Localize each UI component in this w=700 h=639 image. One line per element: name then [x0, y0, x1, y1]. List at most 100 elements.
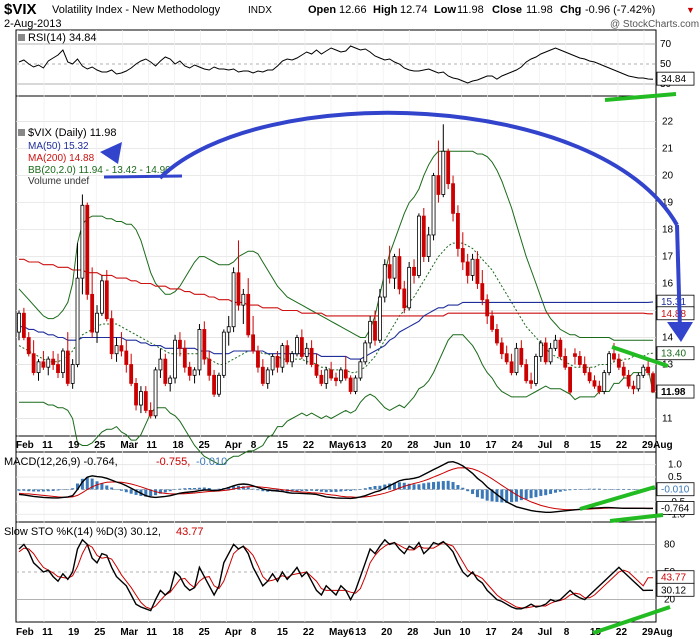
high-label: High [373, 4, 398, 16]
candle-body [631, 385, 636, 390]
candle-body [368, 320, 373, 344]
candle-body [602, 372, 607, 392]
candle-body [392, 256, 397, 279]
x-tick-label-bottom: Feb [16, 627, 34, 638]
macd-hist-bar [163, 489, 167, 493]
macd-hist-bar [115, 489, 119, 490]
watermark: @ StockCharts.com [610, 19, 699, 30]
candle-body [197, 329, 202, 371]
candle-body [226, 326, 231, 333]
candle-body [212, 374, 216, 395]
close-value: 11.98 [526, 4, 553, 16]
rsi-tick-label: 70 [660, 39, 672, 50]
candle-body [377, 296, 382, 341]
candle-body [246, 293, 251, 336]
macd-hist-bar [412, 484, 416, 490]
price-tick-label: 14 [662, 333, 674, 344]
macd-hist-bar [436, 481, 440, 490]
macd-hist-bar [314, 489, 319, 491]
candle-body [568, 366, 573, 393]
macd-hist-bar [451, 482, 455, 490]
x-tick-label-bottom: 29Aug [642, 627, 673, 638]
candle-body [90, 293, 95, 333]
candle-body [441, 150, 446, 195]
candle-body [636, 374, 641, 390]
x-tick-label: 13 [355, 440, 367, 451]
ma200-value-tag: 14.88 [661, 309, 686, 320]
candle-body [373, 320, 377, 341]
x-tick-label: 8 [564, 440, 570, 451]
x-tick-label-bottom: 17 [486, 627, 498, 638]
rsi-legend-icon [18, 34, 25, 41]
macd-hist-bar [119, 489, 123, 491]
candle-body [573, 353, 577, 357]
rsi-value-tag: 34.84 [661, 74, 686, 85]
candle-body [260, 366, 265, 384]
macd-hist-bar [622, 489, 626, 490]
candle-body [407, 266, 412, 309]
candle-body [416, 215, 421, 276]
macd-label: MACD(12,26,9) -0.764, [4, 456, 118, 468]
rsi-label: RSI(14) 34.84 [28, 32, 96, 44]
candle-body [499, 342, 504, 355]
macd-hist-bar [66, 489, 70, 490]
macd-hist-bar [544, 489, 548, 496]
candle-body [421, 215, 426, 257]
x-tick-label: 19 [68, 440, 80, 451]
candle-body [217, 374, 221, 395]
macd-hist-bar [529, 489, 533, 499]
sto-d-value-tag: 43.77 [661, 573, 686, 584]
x-tick-label: Mar [120, 440, 138, 451]
macd-hist-bar [27, 489, 31, 492]
macd-hist-bar [71, 488, 75, 490]
candle-body [621, 366, 626, 376]
macd-hist-bar [246, 487, 250, 490]
macd-hist-bar [339, 489, 343, 492]
macd-hist-bar [329, 489, 333, 492]
candle-body [163, 358, 168, 384]
candle-body [270, 356, 275, 371]
candle-body [26, 337, 31, 355]
candle-body [295, 337, 299, 355]
header-date: 2-Aug-2013 [4, 18, 62, 30]
candle-body [202, 329, 207, 360]
macd-hist-bar [524, 489, 528, 500]
macd-hist-bar [627, 489, 631, 490]
macd-hist-bar [349, 489, 353, 491]
candle-body [324, 369, 329, 384]
candle-body [158, 358, 163, 371]
macd-hist-bar [475, 489, 479, 498]
sto-tick-label: 80 [664, 539, 676, 550]
candle-body [134, 383, 138, 406]
x-tick-label: 18 [173, 440, 185, 451]
open-label: Open [308, 4, 336, 16]
candle-body [616, 358, 621, 368]
candle-body [480, 283, 485, 301]
x-tick-label: Jun [433, 440, 451, 451]
candle-body [382, 264, 387, 298]
price-tick-label: 11 [662, 414, 673, 425]
macd-hist-bar [324, 489, 328, 493]
macd-hist-bar [100, 483, 104, 490]
macd-hist-bar [353, 489, 358, 491]
macd-hist-bar [558, 489, 562, 492]
candle-body [329, 369, 334, 379]
candle-body [402, 288, 407, 309]
x-tick-label: 15 [590, 440, 602, 451]
macd-hist-bar [539, 489, 543, 496]
candle-body [524, 364, 529, 382]
sto-label: Slow STO %K(14) %D(3) 30.12, [4, 526, 161, 538]
bb-value-tag: 13.40 [661, 349, 686, 360]
low-value: 11.98 [457, 4, 484, 16]
macd-hist-bar [602, 488, 606, 490]
macd-hist-bar [500, 489, 504, 503]
macd-hist-bar [305, 489, 309, 491]
open-value: 12.66 [339, 4, 367, 16]
candle-body [51, 358, 56, 365]
candle-body [543, 342, 548, 363]
macd-hist-bar [256, 489, 260, 491]
price-tick-label: 17 [662, 252, 674, 263]
candle-body [17, 312, 21, 333]
macd-hist-bar [471, 489, 475, 494]
candle-body [148, 410, 153, 417]
